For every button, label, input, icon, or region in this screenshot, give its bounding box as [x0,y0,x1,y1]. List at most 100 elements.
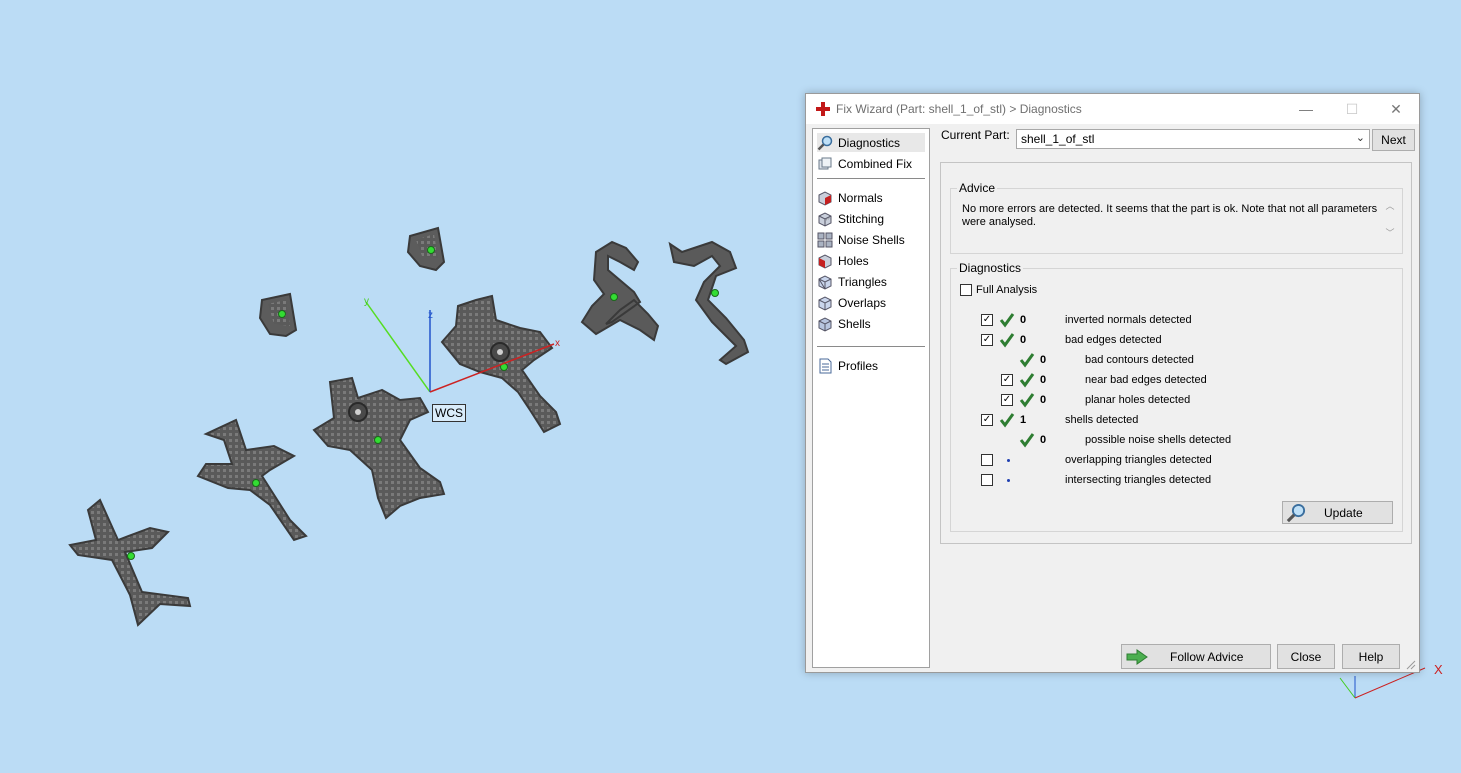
nav-label: Combined Fix [838,156,913,171]
ok-check-icon [1019,373,1035,388]
pivot-point-2[interactable] [252,479,260,487]
intersecting-triangles-checkbox[interactable] [981,474,993,486]
magnifier-icon [817,135,833,150]
wcs-label: WCS [432,404,466,422]
title-bar[interactable]: Fix Wizard (Part: shell_1_of_stl) > Diag… [806,94,1419,124]
scroll-up-icon[interactable]: ︿ [1384,199,1396,212]
x-axis-label: x [555,338,560,349]
advice-title: Advice [957,181,998,195]
cross-model-3[interactable] [312,376,446,520]
maximize-button[interactable]: ☐ [1329,94,1375,124]
bail-model-1[interactable] [258,292,298,338]
shells-cube-icon [818,316,832,332]
window-title: Fix Wizard (Part: shell_1_of_stl) > Diag… [836,102,1082,116]
triangles-cube-icon [818,274,832,290]
current-part-select[interactable]: shell_1_of_stl ⌄ [1016,129,1370,149]
pivot-point-3[interactable] [374,436,382,444]
bad-edges-checkbox[interactable]: ✓ [981,334,993,346]
follow-advice-label: Follow Advice [1170,649,1244,664]
bad-contours-label: bad contours detected [1085,354,1194,366]
cross-model-2[interactable] [196,418,308,542]
ok-check-icon [999,413,1015,428]
stitching-cube-icon [818,211,832,227]
ok-check-icon [999,313,1015,328]
diagnostics-title: Diagnostics [957,261,1024,275]
pending-dot-icon [1007,479,1010,482]
current-part-label: Current Part: [941,128,1010,142]
shells-count: 1 [1020,414,1027,426]
magnifier-icon [1286,503,1306,522]
near-bad-edges-checkbox[interactable]: ✓ [1001,374,1013,386]
nav-item-diagnostics[interactable]: Diagnostics [817,133,925,152]
nav-item-overlaps[interactable]: Overlaps [817,293,925,312]
nav-item-triangles[interactable]: Triangles [817,272,925,291]
close-window-button[interactable]: ✕ [1373,94,1419,124]
full-analysis-checkbox[interactable] [960,284,972,296]
full-analysis-label: Full Analysis [976,284,1038,296]
shells-label: shells detected [1065,414,1139,426]
advice-scrollbar[interactable]: ︿ ﹀ [1384,199,1396,245]
pivot-point-5[interactable] [278,310,286,318]
nav-item-holes[interactable]: Holes [817,251,925,270]
overlaps-cube-icon [818,295,832,311]
arrow-right-icon [1126,648,1148,665]
wizard-nav: Diagnostics Combined Fix Normals Stitchi… [812,128,930,668]
overlapping-triangles-checkbox[interactable] [981,454,993,466]
normals-cube-icon [818,190,832,206]
shells-checkbox[interactable]: ✓ [981,414,993,426]
nav-item-combined-fix[interactable]: Combined Fix [817,154,925,173]
resize-grip-icon[interactable] [1404,658,1416,670]
follow-advice-button[interactable]: Follow Advice [1121,644,1271,669]
nav-label: Overlaps [838,295,887,310]
y-axis-label: y [364,296,369,307]
nav-label: Normals [838,190,883,205]
chevron-down-icon: ⌄ [1355,132,1365,144]
planar-holes-checkbox[interactable]: ✓ [1001,394,1013,406]
corner-x-label: X [1434,662,1443,677]
overlapping-triangles-label: overlapping triangles detected [1065,454,1212,466]
close-button[interactable]: Close [1277,644,1335,669]
nav-item-profiles[interactable]: Profiles [817,356,925,375]
current-part-value: shell_1_of_stl [1021,132,1095,146]
next-button[interactable]: Next [1372,129,1415,151]
bad-edges-count: 0 [1020,334,1027,346]
nav-item-shells[interactable]: Shells [817,314,925,333]
scroll-down-icon[interactable]: ﹀ [1384,226,1396,239]
minimize-button[interactable]: — [1283,94,1329,124]
pending-dot-icon [1007,459,1010,462]
pivot-point-8[interactable] [711,289,719,297]
noise-shells-label: possible noise shells detected [1085,434,1232,446]
bail-model-2[interactable] [406,226,446,272]
noise-shells-count: 0 [1040,434,1047,446]
near-bad-edges-count: 0 [1040,374,1047,386]
z-axis-label: z [428,310,433,321]
inverted-normals-checkbox[interactable]: ✓ [981,314,993,326]
pivot-point-1[interactable] [127,552,135,560]
pivot-point-7[interactable] [610,293,618,301]
pivot-point-6[interactable] [427,246,435,254]
hook-model-1[interactable] [580,240,660,342]
help-button[interactable]: Help [1342,644,1400,669]
holes-cube-icon [818,253,832,269]
nav-label: Profiles [838,358,879,373]
nav-item-normals[interactable]: Normals [817,188,925,207]
near-bad-edges-label: near bad edges detected [1085,374,1207,386]
diagnostics-panel: Advice No more errors are detected. It s… [940,162,1412,544]
bad-edges-label: bad edges detected [1065,334,1162,346]
nav-separator [817,346,925,347]
inverted-normals-label: inverted normals detected [1065,314,1192,326]
update-label: Update [1324,505,1363,520]
nav-item-noise-shells[interactable]: Noise Shells [817,230,925,249]
update-button[interactable]: Update [1282,501,1393,524]
hook-model-2[interactable] [668,240,750,366]
document-icon [819,358,832,373]
nav-item-stitching[interactable]: Stitching [817,209,925,228]
fix-wizard-dialog: Fix Wizard (Part: shell_1_of_stl) > Diag… [805,93,1420,673]
nav-separator [817,178,925,179]
nav-label: Diagnostics [838,135,901,150]
nav-label: Shells [838,316,871,331]
noise-shells-icon [817,232,833,247]
red-cross-icon [816,102,830,116]
cross-model-1[interactable] [68,498,192,627]
nav-label: Noise Shells [838,232,905,247]
